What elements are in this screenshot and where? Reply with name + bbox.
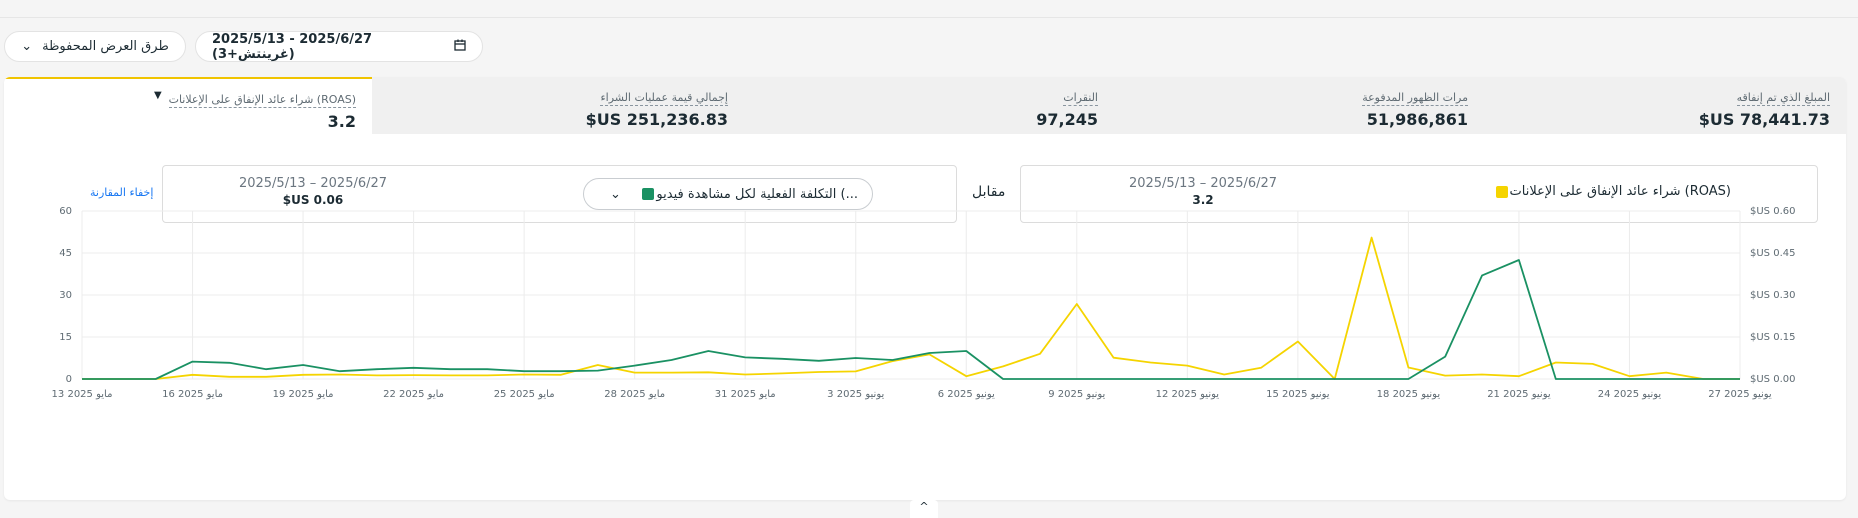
y-tick-left: 60 [59,206,72,217]
tab-value: 97,245 [1036,110,1098,129]
x-tick-label: 25 مايو 2025 [494,389,555,400]
x-tick-label: 21 يونيو 2025 [1487,389,1551,400]
y-tick-left: 30 [59,290,72,301]
y-tick-right: $US 0.00 [1750,374,1795,385]
tab-clicks[interactable]: النقرات 97,245 [744,77,1114,134]
tab-amount-spent[interactable]: المبلغ الذي تم إنفاقه $US 78,441.73 [1484,77,1846,134]
collapse-chevron-icon[interactable]: ^ [910,500,938,518]
date-range-picker[interactable]: 2025/5/13 - 2025/6/27 (غرينتش+3) [195,31,483,62]
top-bar [0,0,1858,18]
y-tick-right: $US 0.15 [1750,332,1795,343]
tab-label: المبلغ الذي تم إنفاقه [1736,91,1830,106]
x-tick-label: 3 يونيو 2025 [827,389,884,400]
y-tick-left: 15 [59,332,72,343]
saved-views-label: طرق العرض المحفوظة [42,39,169,54]
tab-roas[interactable]: ▼ شراء عائد الإنفاق على الإعلانات (ROAS)… [4,77,372,134]
caret-down-icon[interactable]: ▼ [154,90,162,101]
performance-card: المبلغ الذي تم إنفاقه $US 78,441.73 مرات… [4,77,1846,500]
date-range-label: 2025/5/13 - 2025/6/27 (غرينتش+3) [212,31,373,62]
tab-purchase-value[interactable]: إجمالي قيمة عمليات الشراء $US 251,236.83 [376,77,744,134]
tab-value: 51,986,861 [1366,110,1468,129]
calendar-icon [454,39,466,55]
metric-tabs: المبلغ الذي تم إنفاقه $US 78,441.73 مرات… [4,77,1846,134]
y-tick-right: $US 0.30 [1750,290,1795,301]
line-chart: 0 $US 0.00 15 $US 0.15 30 $US 0.30 45 $US 0.45 6… [52,206,1796,400]
x-tick-label: 13 مايو 2025 [52,389,113,400]
y-tick-left: 45 [59,248,72,259]
x-tick-label: 16 مايو 2025 [162,389,223,400]
x-tick-label: 18 يونيو 2025 [1377,389,1441,400]
x-tick-label: 12 يونيو 2025 [1156,389,1220,400]
tab-label: شراء عائد الإنفاق على الإعلانات (ROAS) [168,93,356,108]
primary-date-range: 2025/5/13 – 2025/6/27 [1128,176,1278,191]
x-tick-label: 9 يونيو 2025 [1048,389,1105,400]
tab-value: $US 78,441.73 [1698,110,1830,129]
x-tick-label: 19 مايو 2025 [273,389,334,400]
tab-label: النقرات [1063,91,1098,106]
series-line-roas [82,236,1740,380]
secondary-date-range: 2025/5/13 – 2025/6/27 [238,176,388,191]
y-tick-right: $US 0.45 [1750,248,1795,259]
tab-value: $US 251,236.83 [585,110,728,129]
saved-views-button[interactable]: ⌄ طرق العرض المحفوظة [4,31,186,62]
tab-label: إجمالي قيمة عمليات الشراء [600,91,728,106]
chevron-down-icon: ⌄ [21,39,33,54]
x-tick-label: 22 مايو 2025 [383,389,444,400]
y-tick-right: $US 0.60 [1750,206,1795,217]
tab-value: 3.2 [327,112,356,131]
series-line-cost-per-view [82,259,1740,380]
x-tick-label: 28 مايو 2025 [604,389,665,400]
y-tick-left: 0 [66,374,72,385]
x-tick-label: 6 يونيو 2025 [938,389,995,400]
x-tick-label: 15 يونيو 2025 [1266,389,1330,400]
tab-impressions[interactable]: مرات الظهور المدفوعة 51,986,861 [1114,77,1484,134]
tab-label: مرات الظهور المدفوعة [1362,91,1468,106]
x-tick-label: 24 يونيو 2025 [1598,389,1662,400]
x-tick-label: 31 مايو 2025 [715,389,776,400]
x-tick-label: 27 يونيو 2025 [1708,389,1772,400]
